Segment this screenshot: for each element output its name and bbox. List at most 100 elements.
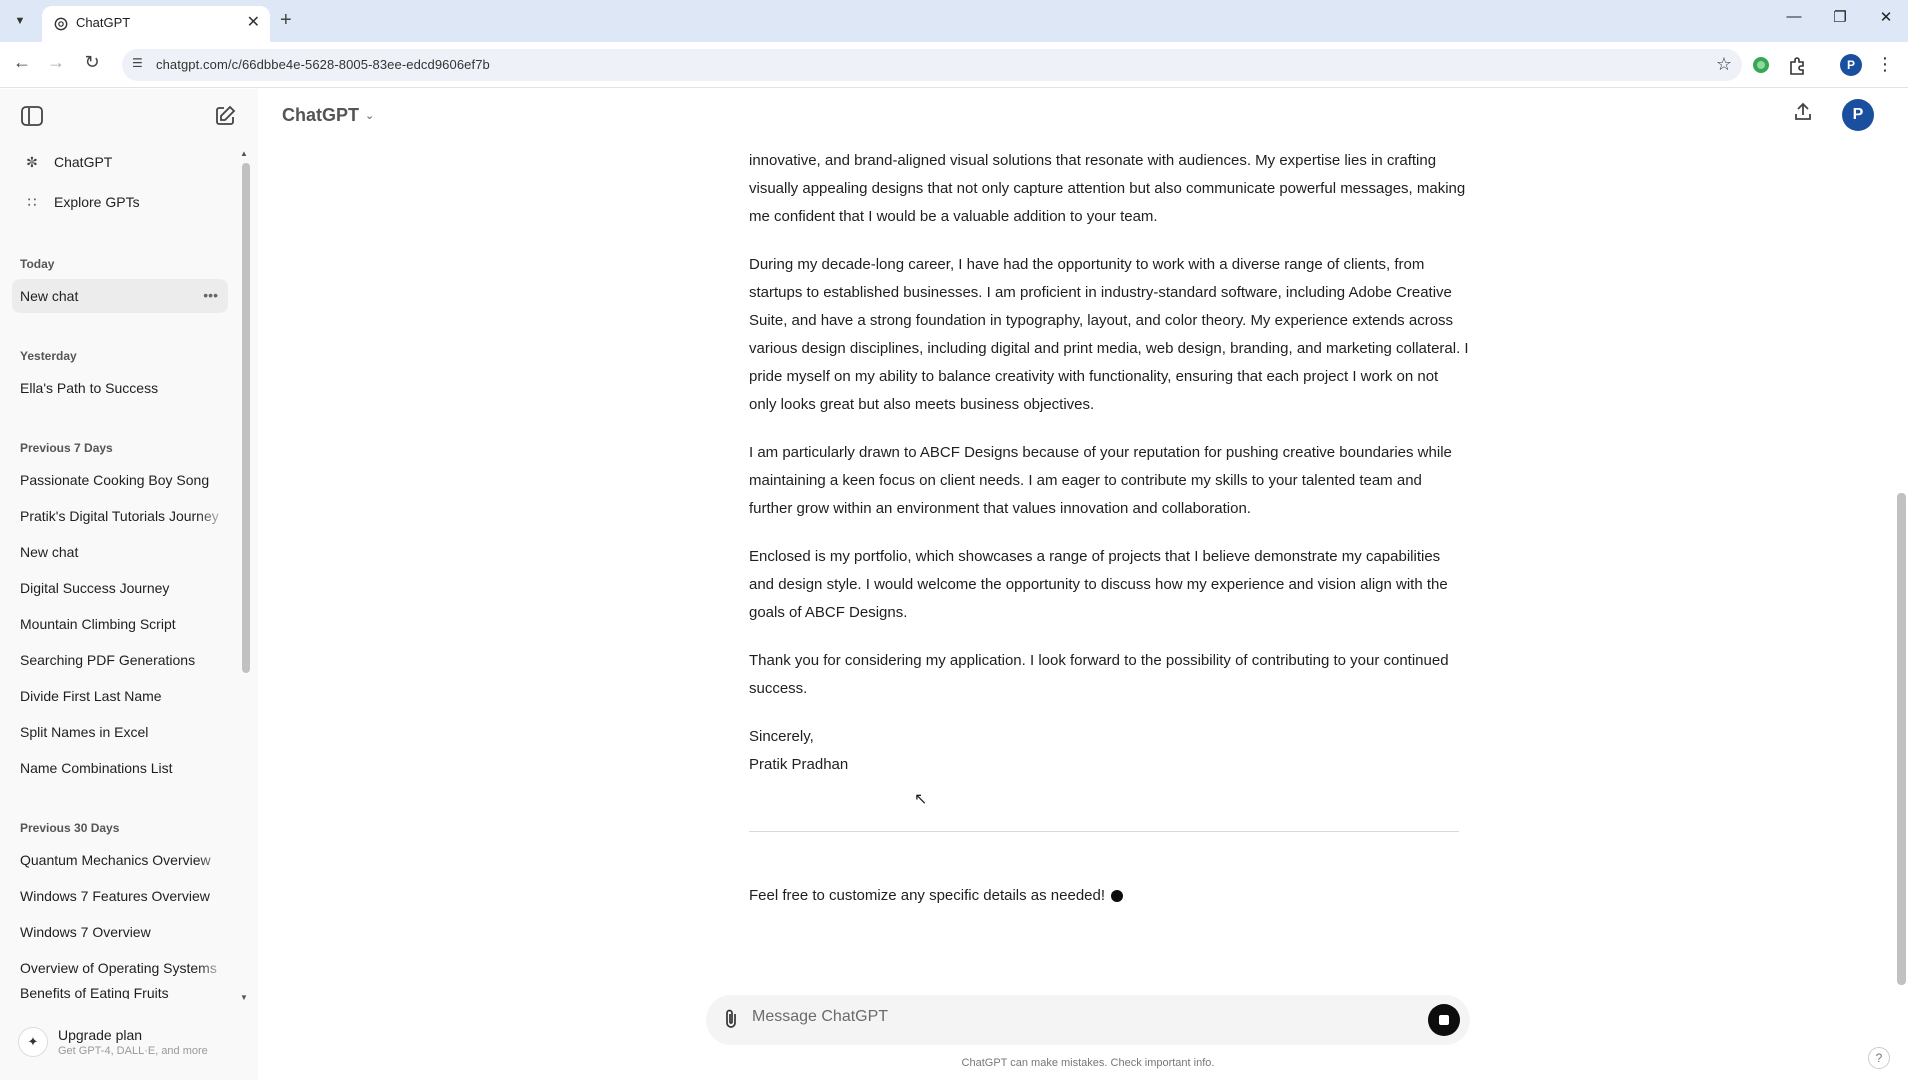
section-title-today: Today xyxy=(20,257,55,271)
main-scrollbar[interactable] xyxy=(1894,93,1908,993)
chat-history-label: Windows 7 Overview xyxy=(20,924,151,940)
signoff: Sincerely, xyxy=(749,728,814,745)
chat-history-item[interactable]: Benefits of Eating Fruits xyxy=(12,985,228,999)
mouse-pointer-icon: ↖ xyxy=(914,791,928,808)
attach-paperclip-icon[interactable] xyxy=(722,1008,740,1030)
chat-history-label: Pratik's Digital Tutorials Journey xyxy=(20,508,219,524)
reload-icon[interactable]: ↻ xyxy=(80,52,104,73)
closing-line: Feel free to customize any specific deta… xyxy=(749,882,1469,910)
sidebar-scroll-thumb[interactable] xyxy=(242,163,250,673)
sidebar-item-chatgpt[interactable]: ✼ ChatGPT xyxy=(20,145,230,179)
chat-history-item[interactable]: New chat xyxy=(12,535,228,569)
new-chat-edit-icon[interactable] xyxy=(214,105,236,127)
sidebar-scrollbar[interactable]: ▲ ▼ xyxy=(240,149,250,1002)
chat-history-item[interactable]: Name Combinations List xyxy=(12,751,228,785)
share-upload-icon[interactable] xyxy=(1788,101,1818,123)
chat-history-item[interactable]: Divide First Last Name xyxy=(12,679,228,713)
browser-profile-avatar[interactable]: P xyxy=(1840,54,1862,76)
section-title-previous-7-days: Previous 7 Days xyxy=(20,441,113,455)
browser-menu-icon[interactable]: ⋮ xyxy=(1876,54,1894,75)
chat-history-label: Split Names in Excel xyxy=(20,724,149,740)
chat-history-item[interactable]: Passionate Cooking Boy Song xyxy=(12,463,228,497)
upgrade-title: Upgrade plan xyxy=(58,1027,143,1043)
chevron-down-icon: ⌄ xyxy=(365,110,375,122)
main-scroll-thumb[interactable] xyxy=(1897,493,1906,985)
toggle-sidebar-icon[interactable] xyxy=(20,105,44,127)
message-input[interactable] xyxy=(752,1008,1372,1026)
chat-history-item[interactable]: Windows 7 Overview xyxy=(12,915,228,949)
extensions-puzzle-icon[interactable] xyxy=(1786,54,1808,76)
chat-history-label: New chat xyxy=(20,288,79,304)
chat-history-label: Mountain Climbing Script xyxy=(20,616,176,632)
chat-history-label: Windows 7 Features Overview xyxy=(20,888,210,904)
site-info-icon[interactable]: ☰ xyxy=(132,56,143,70)
url-text: chatgpt.com/c/66dbbe4e-5628-8005-83ee-ed… xyxy=(156,57,490,72)
sidebar-top-label: ChatGPT xyxy=(54,154,113,170)
chatgpt-logo-icon: ✼ xyxy=(26,153,38,170)
chat-history-label: Overview of Operating Systems xyxy=(20,960,217,976)
upgrade-sparkle-icon: ✦ xyxy=(18,1027,48,1057)
grid-icon: ∷ xyxy=(27,193,37,210)
chat-history-label: Digital Success Journey xyxy=(20,580,170,596)
disclaimer-text: ChatGPT can make mistakes. Check importa… xyxy=(961,1057,1215,1069)
model-selector[interactable]: ChatGPT ⌄ xyxy=(282,105,374,126)
user-avatar[interactable]: P xyxy=(1842,99,1874,131)
stop-generating-button[interactable] xyxy=(1428,1004,1460,1036)
sidebar-top-label: Explore GPTs xyxy=(54,194,140,210)
assistant-message: innovative, and brand-aligned visual sol… xyxy=(749,147,1469,910)
scroll-up-arrow-icon[interactable]: ▲ xyxy=(240,149,248,158)
closing-text: Feel free to customize any specific deta… xyxy=(749,887,1106,904)
bookmark-star-icon[interactable]: ☆ xyxy=(1716,54,1732,75)
stop-square-icon xyxy=(1439,1015,1449,1025)
signature: Pratik Pradhan xyxy=(749,756,849,773)
streaming-cursor-icon xyxy=(1111,890,1124,902)
chat-history-label: Name Combinations List xyxy=(20,760,173,776)
browser-tab-bar: ▼ ChatGPT ✕ + — ❐ ✕ xyxy=(0,0,1908,42)
main-chat-area: ChatGPT ⌄ P innovative, and brand-aligne… xyxy=(258,89,1908,1080)
restore-window-icon[interactable]: ❐ xyxy=(1826,8,1854,26)
message-paragraph: innovative, and brand-aligned visual sol… xyxy=(749,152,1466,225)
chat-history-item[interactable]: Windows 7 Features Overview xyxy=(12,879,228,913)
message-composer xyxy=(706,995,1470,1045)
back-arrow-icon[interactable]: ← xyxy=(10,52,34,73)
sidebar: ✼ ChatGPT ∷ Explore GPTs Today New chat … xyxy=(0,89,258,1080)
scroll-down-arrow-icon[interactable]: ▼ xyxy=(240,993,248,1002)
chat-history-item[interactable]: Mountain Climbing Script xyxy=(12,607,228,641)
address-bar[interactable]: ☰ chatgpt.com/c/66dbbe4e-5628-8005-83ee-… xyxy=(122,49,1742,81)
chat-history-item[interactable]: Overview of Operating Systems xyxy=(12,951,228,985)
chat-history-label: Benefits of Eating Fruits xyxy=(20,985,169,999)
sidebar-item-explore-gpts[interactable]: ∷ Explore GPTs xyxy=(20,185,230,219)
chat-history-item[interactable]: Ella's Path to Success xyxy=(12,371,228,405)
tab-title: ChatGPT xyxy=(76,15,131,30)
tab-close-icon[interactable]: ✕ xyxy=(247,12,260,32)
new-tab-plus-icon[interactable]: + xyxy=(280,9,292,32)
close-window-icon[interactable]: ✕ xyxy=(1872,8,1900,26)
chat-history-label: New chat xyxy=(20,544,79,560)
extension-green-icon[interactable] xyxy=(1750,54,1772,76)
model-label: ChatGPT xyxy=(282,105,360,125)
text-fade xyxy=(198,843,228,877)
chat-history-label: Quantum Mechanics Overview xyxy=(20,852,211,868)
minimize-window-icon[interactable]: — xyxy=(1780,8,1808,25)
chat-history-item[interactable]: Digital Success Journey xyxy=(12,571,228,605)
text-fade xyxy=(198,499,228,533)
forward-arrow-icon[interactable]: → xyxy=(44,52,68,73)
browser-tab-chatgpt[interactable]: ChatGPT ✕ xyxy=(42,6,270,42)
chat-history-label: Searching PDF Generations xyxy=(20,652,196,668)
chat-history-item[interactable]: Searching PDF Generations xyxy=(12,643,228,677)
chatgpt-favicon-icon xyxy=(54,17,68,31)
chat-history-item[interactable]: New chat ••• xyxy=(12,279,228,313)
section-title-previous-30-days: Previous 30 Days xyxy=(20,821,120,835)
chat-history-item[interactable]: Split Names in Excel xyxy=(12,715,228,749)
tab-search-chevron-icon[interactable]: ▼ xyxy=(8,10,32,32)
browser-toolbar: ← → ↻ ☰ chatgpt.com/c/66dbbe4e-5628-8005… xyxy=(0,42,1908,88)
chat-options-ellipsis-icon[interactable]: ••• xyxy=(203,287,218,303)
help-question-icon[interactable]: ? xyxy=(1868,1047,1890,1069)
section-title-yesterday: Yesterday xyxy=(20,349,77,363)
chat-history-item[interactable]: Quantum Mechanics Overview xyxy=(12,843,228,877)
upgrade-plan-button[interactable]: ✦ Upgrade plan Get GPT-4, DALL·E, and mo… xyxy=(12,1015,242,1069)
chat-history-item[interactable]: Pratik's Digital Tutorials Journey xyxy=(12,499,228,533)
message-paragraph: Thank you for considering my application… xyxy=(749,652,1449,697)
chat-history-label: Ella's Path to Success xyxy=(20,380,159,396)
message-paragraph: During my decade-long career, I have had… xyxy=(749,256,1469,413)
